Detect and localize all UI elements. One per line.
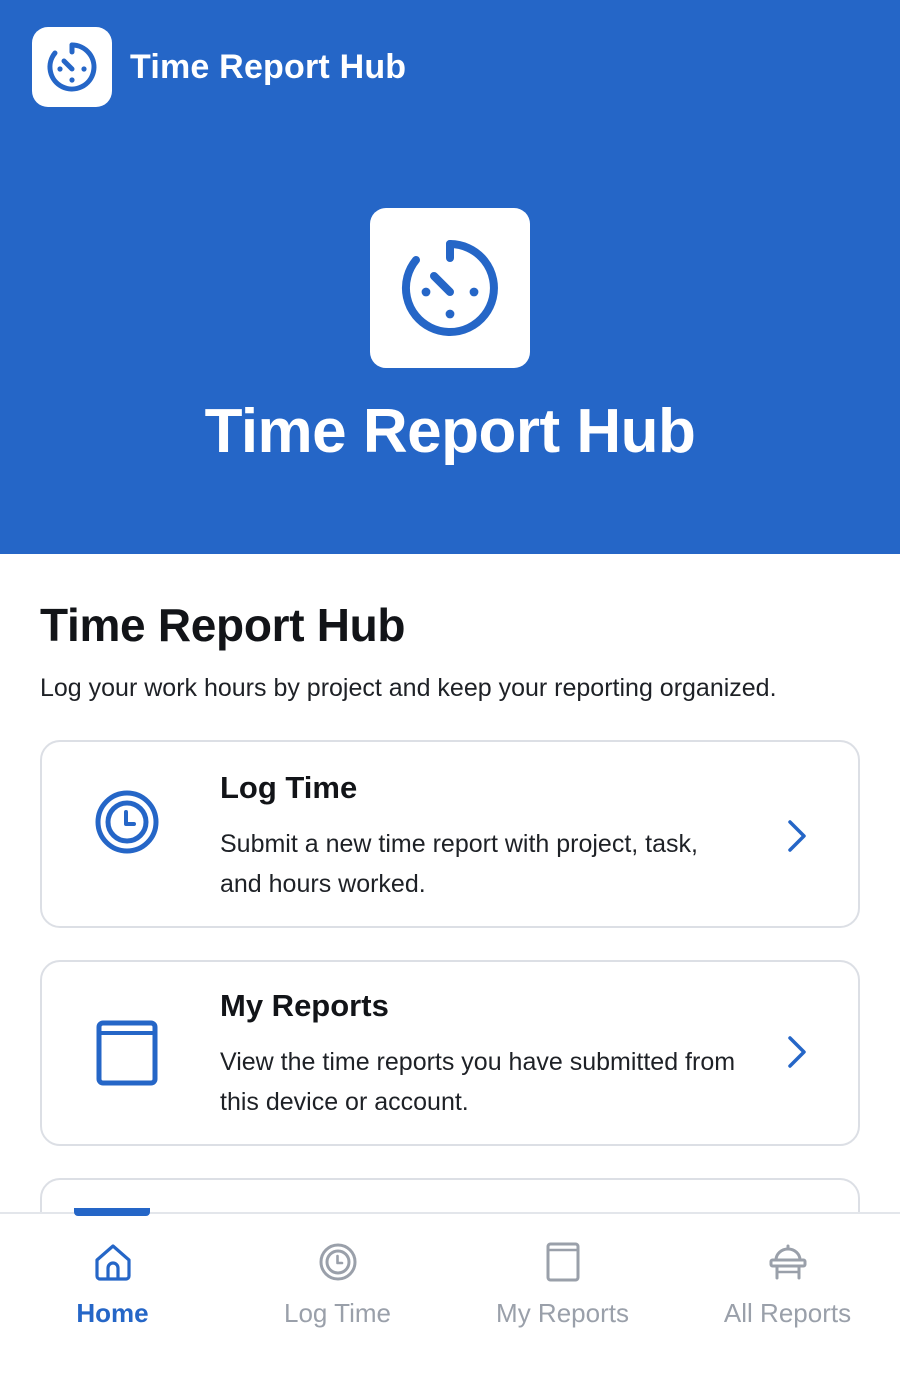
- hero-title: Time Report Hub: [204, 397, 696, 466]
- nav-label: All Reports: [723, 1298, 852, 1328]
- nav-log-time[interactable]: Log Time: [225, 1214, 450, 1344]
- nav-label: My Reports: [496, 1298, 629, 1328]
- clock-icon: [319, 1243, 356, 1281]
- my-reports-card[interactable]: My Reports View the time reports you hav…: [40, 960, 860, 1146]
- book-icon: [96, 1020, 158, 1086]
- app-screen: Time Report Hub Time Report Hub Time Rep…: [0, 0, 900, 1390]
- active-tab-indicator: [74, 1208, 150, 1216]
- page-subtitle: Log your work hours by project and keep …: [40, 674, 777, 702]
- page-title: Time Report Hub: [40, 599, 406, 651]
- nav-label: Home: [76, 1298, 149, 1328]
- nav-home[interactable]: Home: [0, 1208, 225, 1344]
- card-title: My Reports: [220, 988, 389, 1023]
- stopwatch-icon: [402, 240, 498, 336]
- bottom-navigation: Home Log Time My Reports All Reports: [0, 1208, 900, 1390]
- desk-icon: [769, 1244, 806, 1280]
- hero-banner: Time Report Hub: [0, 134, 900, 554]
- card-description: Submit a new time report with project, t…: [220, 830, 698, 898]
- top-app-bar: Time Report Hub: [0, 0, 900, 134]
- nav-my-reports[interactable]: My Reports: [450, 1214, 675, 1344]
- hero-logo: [370, 208, 530, 368]
- app-title: Time Report Hub: [130, 47, 407, 86]
- log-time-card[interactable]: Log Time Submit a new time report with p…: [40, 740, 860, 928]
- card-description: View the time reports you have submitted…: [220, 1048, 736, 1116]
- clock-icon: [95, 790, 159, 854]
- nav-all-reports[interactable]: All Reports: [675, 1214, 900, 1344]
- card-title: Log Time: [220, 770, 358, 805]
- home-icon: [94, 1244, 131, 1281]
- nav-label: Log Time: [284, 1298, 391, 1328]
- book-icon: [546, 1242, 579, 1282]
- app-logo: [32, 27, 112, 107]
- chevron-right-icon: [788, 1036, 806, 1068]
- stopwatch-icon: [47, 42, 97, 92]
- chevron-right-icon: [788, 820, 806, 852]
